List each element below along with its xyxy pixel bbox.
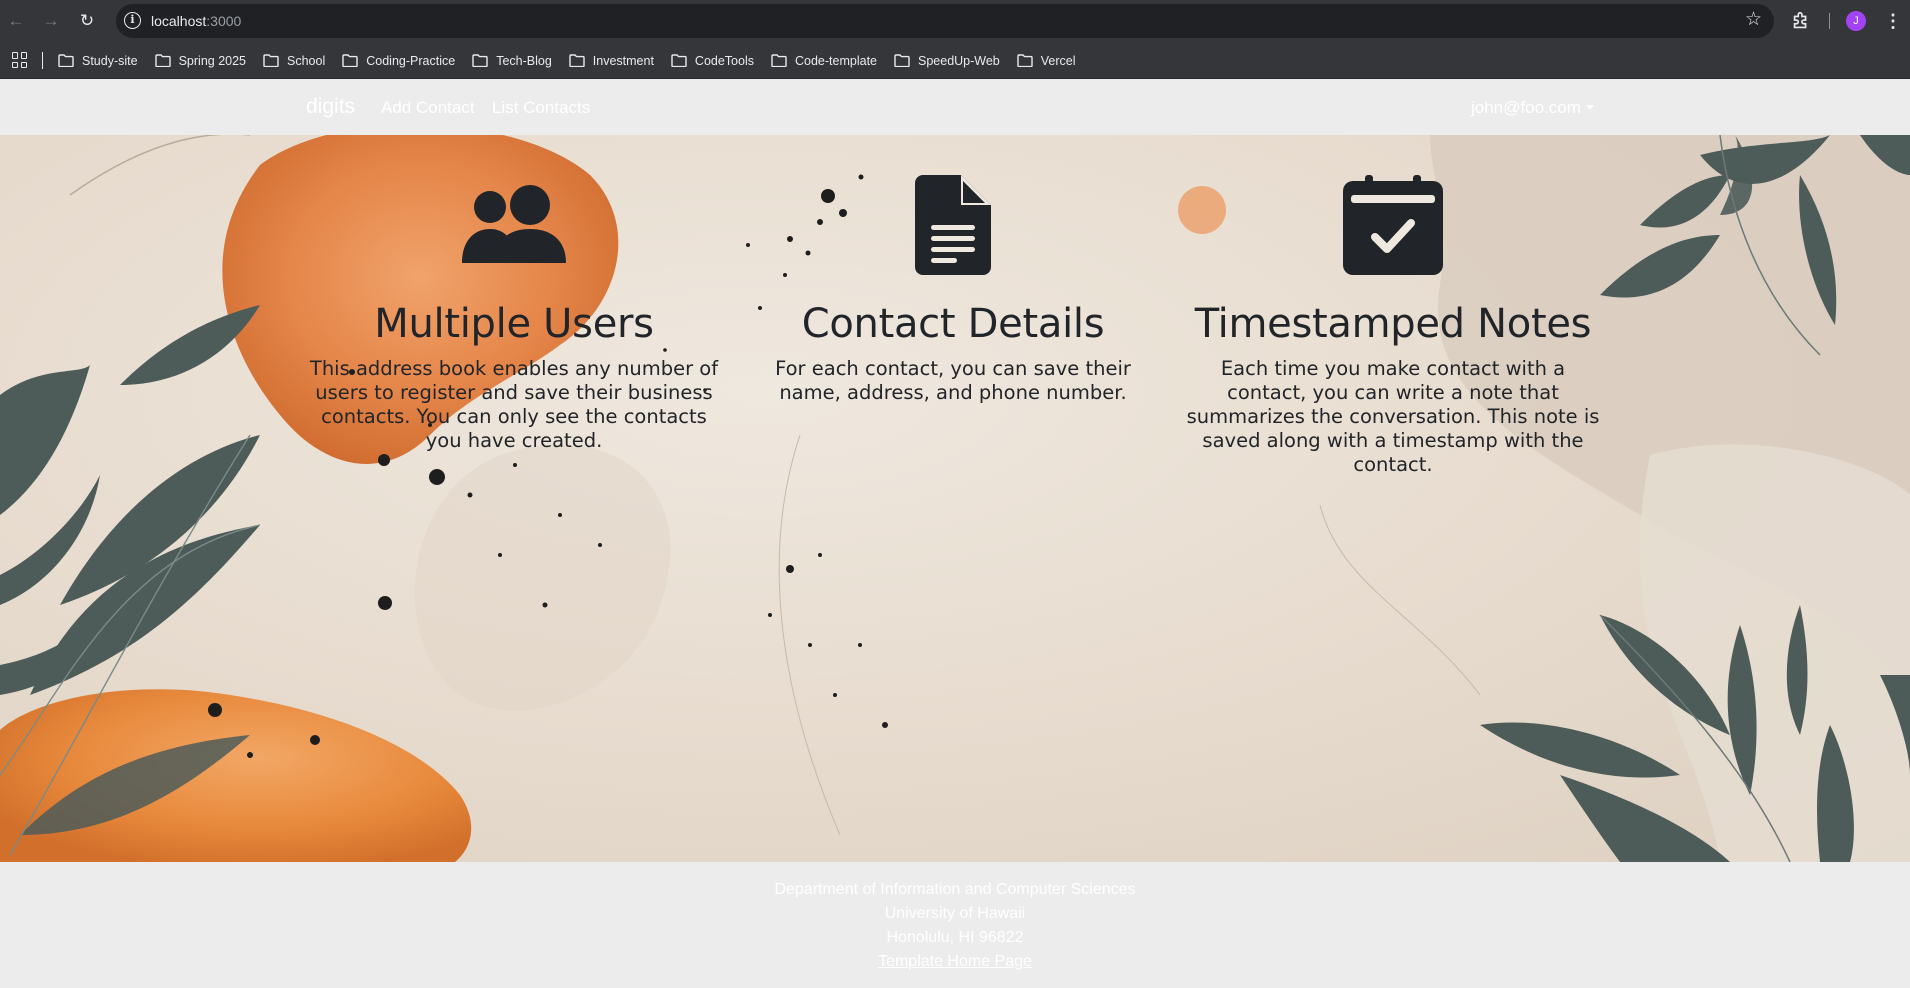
more-menu-icon[interactable]: ⋮ xyxy=(1884,10,1902,32)
user-email: john@foo.com xyxy=(1471,98,1581,117)
bookmark-item[interactable]: Spring 2025 xyxy=(154,47,247,75)
folder-icon xyxy=(58,54,74,67)
bookmark-item[interactable]: Tech-Blog xyxy=(472,47,552,75)
bookmark-item[interactable]: SpeedUp-Web xyxy=(894,47,1000,75)
feature-description: Each time you make contact with a contac… xyxy=(1186,357,1600,476)
feature-title: Multiple Users xyxy=(374,301,654,347)
nav-list-contacts[interactable]: List Contacts xyxy=(492,98,590,118)
bookmarks-list: Study-site Spring 2025 School Coding-Practi… xyxy=(58,42,1093,79)
bookmark-label: Coding-Practice xyxy=(366,53,456,68)
bookmark-item[interactable]: Investment xyxy=(569,47,654,75)
bookmark-item[interactable]: Study-site xyxy=(58,47,138,75)
address-bar[interactable]: i localhost:3000 ☆ xyxy=(116,4,1774,38)
feature-title: Timestamped Notes xyxy=(1194,301,1592,347)
site-footer: Department of Information and Computer S… xyxy=(0,862,1910,988)
feature-title: Contact Details xyxy=(801,301,1105,347)
folder-icon xyxy=(771,54,787,67)
bookmark-star-icon[interactable]: ☆ xyxy=(1745,9,1762,31)
folder-icon xyxy=(154,54,171,67)
feature-description: This address book enables any number of … xyxy=(309,357,719,452)
site-info-icon[interactable]: i xyxy=(124,12,141,29)
bookmark-label: Code-template xyxy=(795,53,877,68)
forward-arrow-icon[interactable]: → xyxy=(39,9,63,33)
folder-icon xyxy=(1017,54,1033,67)
landing-hero: Multiple Users This address book enables… xyxy=(0,135,1910,862)
bookmark-label: Tech-Blog xyxy=(496,53,552,68)
bookmarks-bar: Study-site Spring 2025 School Coding-Practi… xyxy=(0,42,1910,79)
file-text-icon xyxy=(915,175,991,275)
bookmark-item[interactable]: Coding-Practice xyxy=(342,47,455,75)
toolbar-divider xyxy=(1829,13,1830,29)
users-icon xyxy=(462,185,566,263)
nav-add-contact[interactable]: Add Contact xyxy=(381,98,475,118)
caret-down-icon xyxy=(1585,105,1594,110)
bookmark-label: Vercel xyxy=(1040,53,1076,68)
bookmark-item[interactable]: CodeTools xyxy=(671,47,754,75)
folder-icon xyxy=(894,54,910,67)
template-home-link[interactable]: Template Home Page xyxy=(878,953,1032,970)
bookmark-item[interactable]: School xyxy=(263,47,325,75)
bookmark-label: School xyxy=(287,53,326,68)
brand-link[interactable]: digits xyxy=(306,95,355,119)
folder-icon xyxy=(342,54,358,67)
user-dropdown[interactable]: john@foo.com xyxy=(1471,98,1594,118)
footer-link-row: Template Home Page xyxy=(0,953,1910,971)
app-navbar: digits Add Contact List Contacts john@fo… xyxy=(0,79,1910,135)
apps-grid-icon[interactable] xyxy=(12,52,28,68)
browser-toolbar: ← → ↻ i localhost:3000 ☆ J ⋮ xyxy=(0,0,1910,42)
bookmark-label: Study-site xyxy=(82,53,138,68)
calendar-check-icon xyxy=(1343,175,1443,275)
bookmark-label: Investment xyxy=(592,53,654,68)
address-bar-url[interactable]: localhost:3000 xyxy=(151,13,241,29)
bookmarks-divider xyxy=(42,52,43,69)
back-arrow-icon[interactable]: ← xyxy=(4,9,28,33)
bookmark-label: Spring 2025 xyxy=(178,53,247,68)
bookmark-item[interactable]: Vercel xyxy=(1017,47,1076,75)
folder-icon xyxy=(263,54,279,67)
folder-icon xyxy=(569,54,585,67)
reload-icon[interactable]: ↻ xyxy=(75,9,99,33)
feature-description: For each contact, you can save their nam… xyxy=(775,357,1131,404)
footer-university: University of Hawaii xyxy=(884,905,1026,922)
footer-address: Honolulu, HI 96822 xyxy=(886,929,1024,946)
profile-avatar[interactable]: J xyxy=(1846,11,1866,31)
footer-department: Department of Information and Computer S… xyxy=(774,881,1136,898)
bookmark-label: SpeedUp-Web xyxy=(918,53,1000,68)
bookmark-label: CodeTools xyxy=(694,53,754,68)
extensions-puzzle-icon[interactable] xyxy=(1790,10,1812,32)
folder-icon xyxy=(671,54,687,67)
folder-icon xyxy=(472,54,488,67)
bookmark-item[interactable]: Code-template xyxy=(771,47,877,75)
